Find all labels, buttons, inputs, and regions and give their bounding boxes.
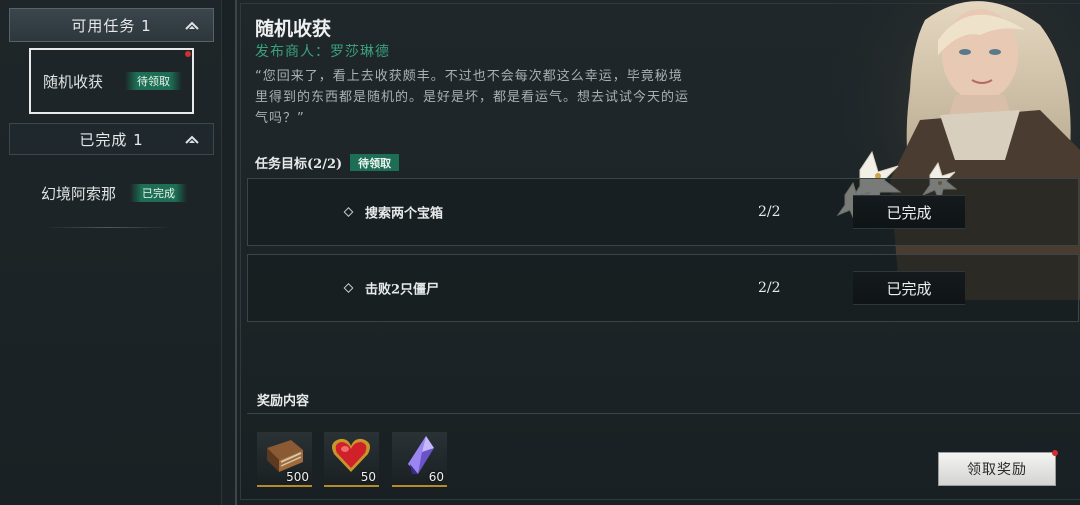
quest-title: 随机收获 [255, 18, 332, 40]
objective-status: 已完成 [853, 271, 965, 305]
notification-dot [1052, 450, 1058, 456]
task-item-random-harvest[interactable]: 随机收获 待领取 [29, 48, 194, 114]
objective-name: 击败2只僵尸 [365, 282, 440, 298]
completed-tasks-header[interactable]: 已完成 1 [9, 123, 214, 155]
status-badge: 待领取 [350, 154, 400, 171]
objective-status: 已完成 [853, 195, 965, 229]
task-item-name: 随机收获 [43, 72, 104, 91]
reward-item-heart-gem[interactable]: 50 [324, 432, 379, 487]
status-badge: 已完成 [130, 184, 188, 202]
claim-reward-label: 领取奖励 [967, 462, 1027, 478]
claim-reward-button[interactable]: 领取奖励 [938, 450, 1058, 486]
objective-row: 搜索两个宝箱 2/2 已完成 [247, 178, 1079, 246]
objective-row: 击败2只僵尸 2/2 已完成 [247, 254, 1079, 322]
available-tasks-header-label: 可用任务 1 [71, 16, 152, 35]
objective-name: 搜索两个宝箱 [365, 206, 444, 222]
rewards-header: 奖励内容 [257, 394, 310, 409]
task-item-illusion-asona[interactable]: 幻境阿索那 已完成 [29, 160, 194, 226]
status-badge: 待领取 [125, 72, 183, 90]
quest-description: “您回来了，看上去收获颇丰。不过也不会每次都这么幸运，毕竟秘境里得到的东西都是随… [255, 69, 690, 126]
sidebar-divider [44, 227, 174, 228]
notification-dot [185, 51, 191, 57]
objective-progress: 2/2 [758, 280, 781, 296]
reward-quantity: 500 [286, 470, 309, 484]
available-tasks-header[interactable]: 可用任务 1 [9, 8, 214, 42]
reward-quantity: 50 [360, 470, 376, 484]
reward-item-crystal[interactable]: 60 [392, 432, 447, 487]
objective-progress: 2/2 [758, 204, 781, 220]
rewards-divider [247, 413, 1080, 414]
reward-quantity: 60 [428, 470, 444, 484]
task-item-name: 幻境阿索那 [41, 184, 117, 203]
objectives-header: 任务目标(2/2) 待领取 [255, 153, 400, 172]
chevron-up-icon [185, 135, 199, 144]
quest-giver: 发布商人：罗莎琳德 [255, 44, 390, 60]
diamond-bullet-icon [343, 283, 354, 293]
task-sidebar: 可用任务 1 随机收获 待领取 已完成 1 幻境阿索那 已完成 [0, 0, 222, 505]
chevron-up-icon [185, 21, 199, 30]
reward-item-book[interactable]: 500 [257, 432, 312, 487]
diamond-bullet-icon [343, 207, 354, 217]
objectives-label: 任务目标(2/2) [255, 157, 343, 172]
completed-tasks-header-label: 已完成 1 [79, 130, 144, 149]
quest-detail-panel: 随机收获 发布商人：罗莎琳德 “您回来了，看上去收获颇丰。不过也不会每次都这么幸… [235, 0, 1080, 505]
